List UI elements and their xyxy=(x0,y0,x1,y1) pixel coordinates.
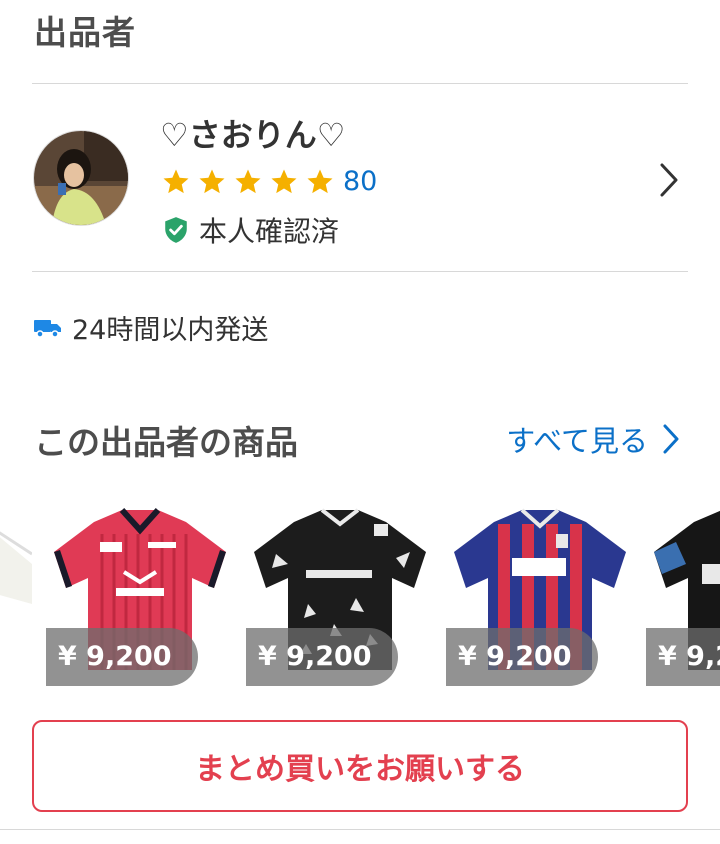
price-tag: ¥ 9,200 xyxy=(46,628,198,686)
star-icon xyxy=(163,169,189,194)
shipping-label: 24時間以内発送 xyxy=(72,315,269,346)
see-all-label[interactable]: すべて見る xyxy=(506,418,648,460)
seller-name: ♡さおりん♡ xyxy=(160,116,346,154)
item-card[interactable]: ¥ 9,200 xyxy=(46,494,232,686)
truck-icon xyxy=(34,319,61,338)
chevron-right-icon[interactable] xyxy=(658,162,680,198)
star-icon xyxy=(271,169,297,194)
bulk-purchase-button[interactable]: まとめ買いをお願いする xyxy=(32,720,688,812)
shield-check-icon xyxy=(165,217,187,243)
chevron-right-icon[interactable] xyxy=(662,423,680,455)
see-all-link[interactable]: すべて見る xyxy=(506,418,680,460)
shipping-info: 24時間以内発送 xyxy=(34,308,268,347)
rating-count: 80 xyxy=(343,166,378,197)
price-tag: ¥ 9,200 xyxy=(246,628,398,686)
price-tag: ¥ 9,2 xyxy=(646,628,720,686)
seller-profile-row[interactable]: ♡さおりん♡ 80 本人確認済 xyxy=(0,84,720,272)
avatar[interactable] xyxy=(33,130,129,226)
star-icon xyxy=(307,169,333,194)
items-header-title: この出品者の商品 xyxy=(34,423,298,462)
item-card[interactable]: ¥ 9,200 xyxy=(246,494,432,686)
seller-rating: 80 xyxy=(161,167,377,197)
item-card[interactable]: ¥ 9,200 xyxy=(446,494,632,686)
section-title: 出品者 xyxy=(34,13,136,52)
item-card-partial-left[interactable] xyxy=(0,494,32,686)
verified-badge: 本人確認済 xyxy=(163,210,339,250)
item-carousel[interactable]: ¥ 9,200 ¥ 9,200 ¥ 9,200 ¥ 9, xyxy=(0,494,720,686)
star-icon xyxy=(235,169,261,194)
divider-bottom xyxy=(32,271,688,272)
price-tag: ¥ 9,200 xyxy=(446,628,598,686)
divider-footer xyxy=(0,829,720,830)
star-icon xyxy=(199,169,225,194)
verified-label: 本人確認済 xyxy=(199,215,340,248)
item-card-partial-right[interactable]: ¥ 9,2 xyxy=(646,494,720,686)
